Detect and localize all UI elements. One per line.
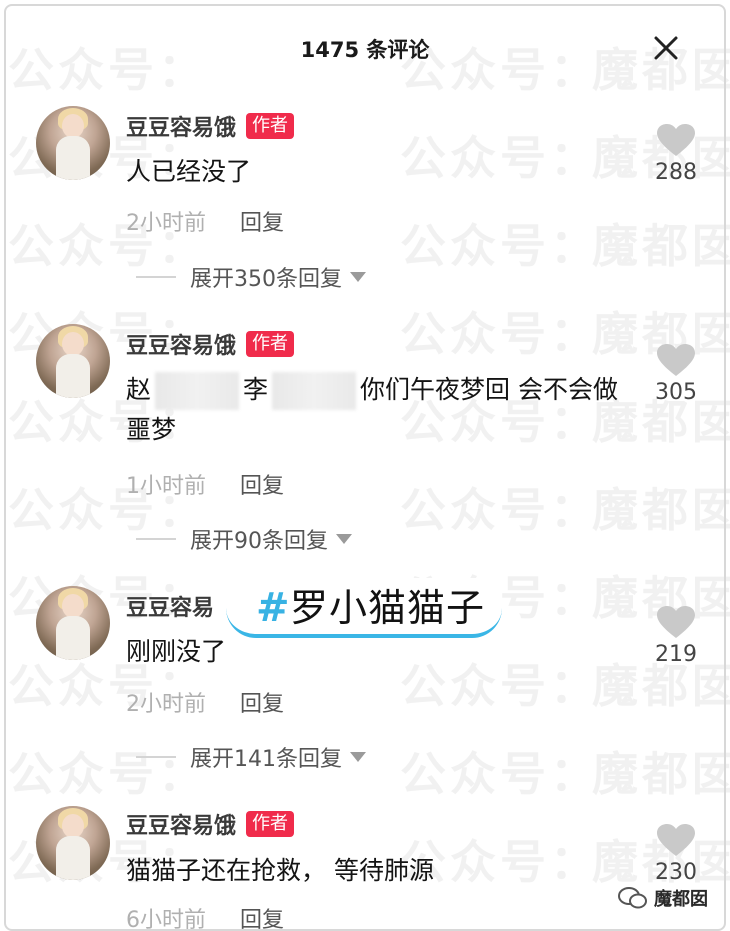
comment-time: 1小时前 xyxy=(126,474,206,499)
like-count: 288 xyxy=(655,160,697,185)
watermark-text: 魔都囡 xyxy=(592,219,730,273)
reply-button[interactable]: 回复 xyxy=(240,205,284,237)
author-badge: 作者 xyxy=(246,331,295,357)
comment-count-title: 1475 条评论 xyxy=(300,38,430,62)
comment-text: 猫猫子还在抢救， 等待肺源 xyxy=(126,856,434,885)
comment-meta: 2小时前 回复 xyxy=(126,686,284,718)
watermark-text: 公众号： xyxy=(400,307,600,361)
watermark-text: 公众号： xyxy=(400,219,600,273)
like-count: 305 xyxy=(655,380,697,405)
comment-meta: 2小时前 回复 xyxy=(126,205,284,237)
comment-time: 6小时前 xyxy=(126,908,206,931)
heart-icon xyxy=(657,344,695,376)
comment-meta: 6小时前 回复 xyxy=(126,902,284,931)
brand-logo: 魔都囡 xyxy=(618,885,708,911)
comment-text-part: 你们午夜梦回 会不会做 xyxy=(360,375,618,404)
author-badge: 作者 xyxy=(246,113,295,139)
redacted-name xyxy=(155,372,240,410)
reply-button[interactable]: 回复 xyxy=(240,686,284,718)
expand-replies-button[interactable]: 展开350条回复 xyxy=(136,261,366,293)
expand-replies-label: 展开350条回复 xyxy=(190,267,342,292)
heart-icon xyxy=(657,824,695,856)
watermark-text: 魔都囡 xyxy=(592,747,730,801)
divider xyxy=(136,538,176,540)
comment-username[interactable]: 豆豆容易饿 xyxy=(126,328,236,360)
comment-author-row: 豆豆容易饿 作者 xyxy=(126,808,295,840)
hashtag-banner: # 罗小猫猫子 xyxy=(226,578,502,642)
author-badge: 作者 xyxy=(246,811,295,837)
like-button[interactable]: 230 xyxy=(646,824,706,885)
avatar[interactable] xyxy=(36,106,110,180)
heart-icon xyxy=(657,124,695,156)
comment-author-row: 豆豆容易饿 作者 xyxy=(126,110,295,142)
comment-time: 2小时前 xyxy=(126,211,206,236)
divider xyxy=(136,756,176,758)
watermark-text: 公众号： xyxy=(400,747,600,801)
like-button[interactable]: 219 xyxy=(646,606,706,667)
expand-replies-button[interactable]: 展开90条回复 xyxy=(136,523,352,555)
redacted-name xyxy=(272,372,357,410)
comment-username[interactable]: 豆豆容易 xyxy=(126,590,214,622)
expand-replies-label: 展开141条回复 xyxy=(190,747,342,772)
reply-button[interactable]: 回复 xyxy=(240,902,284,931)
comment-username[interactable]: 豆豆容易饿 xyxy=(126,808,236,840)
comment-text-part: 李 xyxy=(243,375,269,404)
like-button[interactable]: 288 xyxy=(646,124,706,185)
comment-time: 2小时前 xyxy=(126,692,206,717)
hashtag-icon: # xyxy=(256,585,290,631)
reply-button[interactable]: 回复 xyxy=(240,468,284,500)
comment-text-part: 赵 xyxy=(126,375,152,404)
heart-icon xyxy=(657,606,695,638)
chevron-down-icon xyxy=(350,752,366,762)
avatar[interactable] xyxy=(36,806,110,880)
expand-replies-label: 展开90条回复 xyxy=(190,529,328,554)
comments-panel: 公众号： 公众号： 魔都囡 公众号： 公众号： 魔都囡 公众号： 公众号： 魔都囡 公众号：… xyxy=(0,0,730,931)
avatar[interactable] xyxy=(36,586,110,660)
comment-text: 人已经没了 xyxy=(126,157,252,186)
like-button[interactable]: 305 xyxy=(646,344,706,405)
comment-text-part: 噩梦 xyxy=(126,415,177,444)
expand-replies-button[interactable]: 展开141条回复 xyxy=(136,741,366,773)
comment-username[interactable]: 豆豆容易饿 xyxy=(126,110,236,142)
like-count: 219 xyxy=(655,642,697,667)
wechat-icon xyxy=(618,887,647,909)
comments-header: 1475 条评论 xyxy=(0,28,730,76)
watermark-text: 魔都囡 xyxy=(592,483,730,537)
comment-meta: 1小时前 回复 xyxy=(126,468,284,500)
watermark-text: 公众号： xyxy=(400,483,600,537)
comment-author-row: 豆豆容易 xyxy=(126,590,214,622)
like-count: 230 xyxy=(655,860,697,885)
avatar[interactable] xyxy=(36,324,110,398)
hashtag-text: 罗小猫猫子 xyxy=(290,586,486,630)
comment-text: 赵 李 你们午夜梦回 会不会做 噩梦 xyxy=(126,370,646,450)
chevron-down-icon xyxy=(336,534,352,544)
close-icon xyxy=(654,36,678,60)
close-button[interactable] xyxy=(646,28,686,68)
divider xyxy=(136,276,176,278)
chevron-down-icon xyxy=(350,272,366,282)
comment-author-row: 豆豆容易饿 作者 xyxy=(126,328,295,360)
brand-logo-text: 魔都囡 xyxy=(654,889,708,910)
